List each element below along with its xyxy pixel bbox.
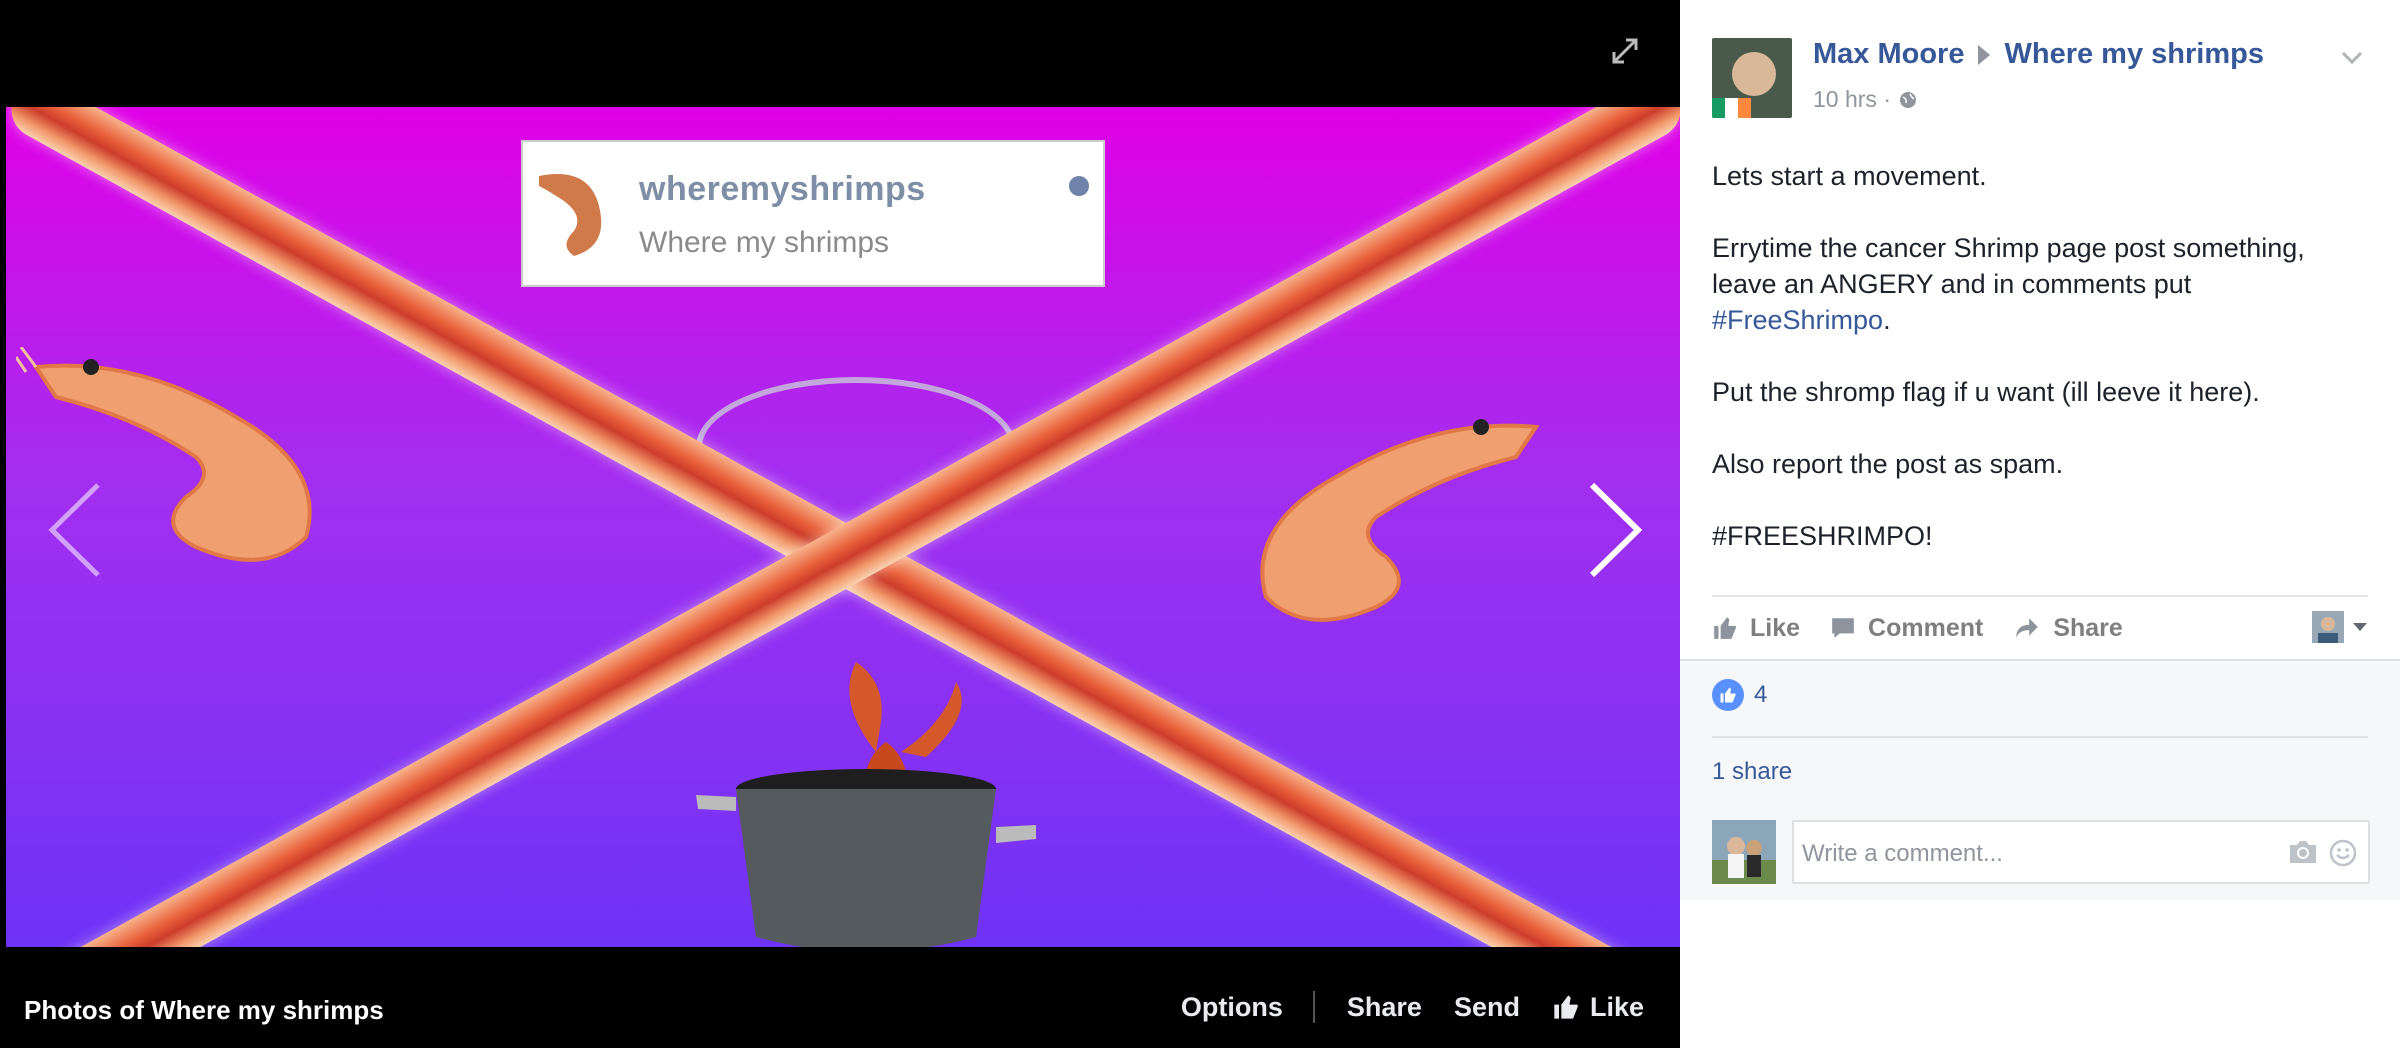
post-like-button[interactable]: Like	[1712, 614, 1800, 643]
photo-viewer-footer: Photos of Where my shrimps Options Share…	[0, 947, 1680, 1048]
like-button[interactable]: Like	[1552, 992, 1644, 1023]
post-meta: 10 hrs ·	[1813, 86, 1917, 113]
post-header: Max Moore Where my shrimps	[1813, 38, 2264, 71]
author-avatar[interactable]	[1712, 38, 1792, 118]
post-text: Lets start a movement. Errytime the canc…	[1712, 158, 2362, 590]
next-photo-chevron-icon[interactable]	[1582, 475, 1652, 585]
target-page-link[interactable]: Where my shrimps	[2004, 38, 2263, 71]
comment-input[interactable]: Write a comment...	[1792, 820, 2370, 884]
post-paragraph: Lets start a movement.	[1712, 161, 1987, 191]
share-label: Share	[2053, 613, 2123, 642]
post-as-selector[interactable]	[2312, 611, 2368, 643]
page-handle-card: wheremyshrimps Where my shrimps	[521, 140, 1105, 287]
post-paragraph-text: Errytime the cancer Shrimp page post som…	[1712, 233, 2305, 299]
comment-bubble-icon	[1832, 618, 1854, 638]
post-paragraph: Put the shromp flag if u want (ill leeve…	[1712, 377, 2260, 407]
post-paragraph: #FREESHRIMPO!	[1712, 521, 1933, 551]
divider	[1712, 736, 2368, 738]
photo-actions: Options Share Send Like	[1149, 991, 1644, 1023]
caret-down-icon	[2353, 623, 2367, 631]
send-button[interactable]: Send	[1454, 992, 1520, 1023]
like-reaction-icon	[1712, 679, 1744, 711]
emoji-smiley-icon[interactable]	[2328, 838, 2358, 868]
shrimp-thumbnail	[539, 174, 602, 256]
right-triangle-icon	[1978, 44, 1991, 65]
status-dot	[1069, 176, 1089, 196]
previous-photo-chevron-icon[interactable]	[38, 475, 108, 585]
author-name-link[interactable]: Max Moore	[1813, 38, 1964, 71]
shrimp-right-image	[1260, 419, 1540, 622]
comment-placeholder: Write a comment...	[1802, 840, 2003, 867]
thumbs-up-icon	[1714, 617, 1736, 639]
chevron-down-icon[interactable]	[2340, 50, 2364, 66]
reaction-count: 4	[1754, 681, 1768, 708]
album-title[interactable]: Photos of Where my shrimps	[24, 995, 384, 1026]
options-button[interactable]: Options	[1181, 992, 1283, 1023]
like-label: Like	[1589, 991, 1644, 1022]
share-button[interactable]: Share	[1347, 992, 1422, 1023]
commenter-avatar	[1712, 820, 1776, 884]
hashtag-link[interactable]: #FreeShrimpo	[1712, 305, 1883, 335]
globe-icon	[1899, 91, 1916, 108]
thumbs-up-icon	[1554, 995, 1578, 1019]
camera-icon[interactable]	[2288, 838, 2318, 866]
cooking-pot-image	[696, 769, 1036, 947]
page-handle: wheremyshrimps	[639, 170, 926, 208]
post-paragraph: Errytime the cancer Shrimp page post som…	[1712, 230, 2362, 338]
photo: wheremyshrimps Where my shrimps	[6, 107, 1680, 947]
share-arrow-icon	[2016, 618, 2039, 638]
post-timestamp[interactable]: 10 hrs ·	[1813, 86, 1891, 113]
divider	[1312, 991, 1315, 1023]
post-panel: Max Moore Where my shrimps 10 hrs · Lets…	[1680, 0, 2400, 1048]
post-share-button[interactable]: Share	[2013, 613, 2123, 643]
page-name: Where my shrimps	[639, 226, 890, 259]
photo-viewer: wheremyshrimps Where my shrimps Photos o…	[0, 0, 1680, 1048]
post-paragraph-end: .	[1883, 305, 1891, 335]
profile-thumbnail	[2312, 611, 2344, 643]
post-action-bar: Like Comment Share	[1712, 595, 2368, 659]
comment-label: Comment	[1868, 613, 1984, 642]
post-paragraph: Also report the post as spam.	[1712, 449, 2064, 479]
expand-icon[interactable]	[1610, 36, 1640, 66]
reactions-summary[interactable]: 4	[1712, 679, 1767, 711]
post-comment-button[interactable]: Comment	[1830, 614, 1983, 643]
shares-link[interactable]: 1 share	[1712, 758, 1792, 786]
like-label: Like	[1750, 613, 1801, 642]
